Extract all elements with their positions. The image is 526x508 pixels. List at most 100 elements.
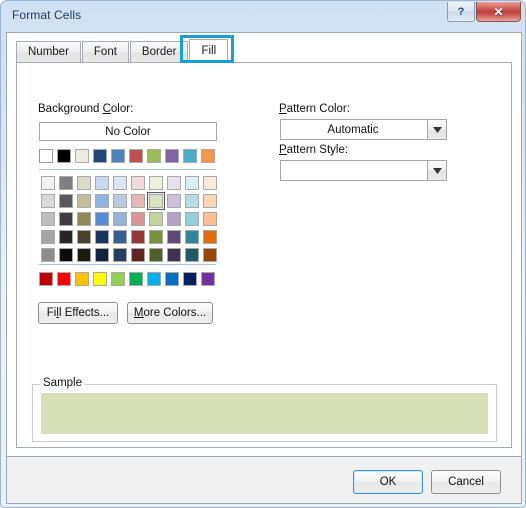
standard-color-swatch[interactable]	[57, 272, 71, 286]
color-swatch[interactable]	[131, 230, 145, 244]
theme-color-swatch[interactable]	[201, 149, 215, 163]
color-swatch[interactable]	[95, 194, 109, 208]
color-swatch[interactable]	[113, 230, 127, 244]
chevron-down-icon[interactable]	[427, 120, 446, 139]
color-swatch-cell[interactable]	[201, 210, 219, 228]
color-swatch[interactable]	[77, 194, 91, 208]
more-colors-button[interactable]: More Colors...	[127, 302, 213, 324]
color-swatch[interactable]	[41, 248, 55, 262]
color-swatch-cell[interactable]	[201, 192, 219, 210]
color-swatch-cell[interactable]	[183, 192, 201, 210]
theme-color-swatch[interactable]	[111, 149, 125, 163]
color-swatch[interactable]	[185, 248, 199, 262]
color-swatch[interactable]	[185, 212, 199, 226]
color-swatch-cell[interactable]	[75, 192, 93, 210]
color-swatch-selected[interactable]	[147, 192, 165, 210]
color-swatch-cell[interactable]	[57, 246, 75, 264]
standard-color-swatch[interactable]	[183, 272, 197, 286]
color-swatch[interactable]	[95, 212, 109, 226]
color-swatch-cell[interactable]	[147, 246, 165, 264]
color-swatch[interactable]	[167, 176, 181, 190]
color-swatch-cell[interactable]	[183, 246, 201, 264]
color-swatch-cell[interactable]	[111, 174, 129, 192]
color-swatch-cell[interactable]	[111, 210, 129, 228]
chevron-down-icon[interactable]	[427, 161, 446, 180]
color-swatch-cell[interactable]	[183, 174, 201, 192]
color-swatch[interactable]	[149, 212, 163, 226]
color-swatch[interactable]	[41, 176, 55, 190]
color-swatch-cell[interactable]	[147, 210, 165, 228]
standard-color-swatch[interactable]	[201, 272, 215, 286]
color-swatch[interactable]	[41, 212, 55, 226]
theme-color-swatch[interactable]	[147, 149, 161, 163]
color-swatch[interactable]	[113, 176, 127, 190]
ok-button[interactable]: OK	[353, 470, 423, 494]
color-swatch[interactable]	[167, 194, 181, 208]
cancel-button[interactable]: Cancel	[431, 470, 501, 494]
color-swatch[interactable]	[77, 230, 91, 244]
color-swatch[interactable]	[59, 194, 73, 208]
color-swatch[interactable]	[59, 230, 73, 244]
color-swatch-cell[interactable]	[93, 192, 111, 210]
color-swatch[interactable]	[149, 230, 163, 244]
color-swatch[interactable]	[185, 230, 199, 244]
color-swatch-cell[interactable]	[75, 210, 93, 228]
color-swatch-cell[interactable]	[57, 228, 75, 246]
color-swatch-cell[interactable]	[93, 174, 111, 192]
standard-color-swatch[interactable]	[111, 272, 125, 286]
color-swatch-cell[interactable]	[93, 246, 111, 264]
color-swatch[interactable]	[113, 212, 127, 226]
color-swatch[interactable]	[131, 176, 145, 190]
color-swatch[interactable]	[203, 248, 217, 262]
color-swatch-cell[interactable]	[165, 192, 183, 210]
color-swatch-cell[interactable]	[57, 192, 75, 210]
color-swatch[interactable]	[77, 248, 91, 262]
theme-color-swatch[interactable]	[75, 149, 89, 163]
fill-effects-button[interactable]: Fill Effects...	[38, 302, 118, 324]
color-swatch[interactable]	[131, 194, 145, 208]
color-swatch-cell[interactable]	[165, 228, 183, 246]
color-swatch[interactable]	[131, 248, 145, 262]
theme-color-swatch[interactable]	[165, 149, 179, 163]
standard-color-swatch[interactable]	[93, 272, 107, 286]
color-swatch-cell[interactable]	[201, 228, 219, 246]
color-swatch-cell[interactable]	[75, 228, 93, 246]
color-swatch-cell[interactable]	[75, 246, 93, 264]
color-swatch[interactable]	[167, 248, 181, 262]
color-swatch[interactable]	[149, 194, 163, 208]
color-swatch-cell[interactable]	[39, 192, 57, 210]
color-swatch[interactable]	[167, 230, 181, 244]
color-swatch-cell[interactable]	[183, 210, 201, 228]
color-swatch[interactable]	[95, 230, 109, 244]
color-swatch-cell[interactable]	[201, 246, 219, 264]
color-swatch[interactable]	[203, 176, 217, 190]
theme-color-swatch[interactable]	[183, 149, 197, 163]
color-swatch[interactable]	[149, 248, 163, 262]
color-swatch[interactable]	[149, 176, 163, 190]
standard-color-swatch[interactable]	[147, 272, 161, 286]
color-swatch[interactable]	[203, 194, 217, 208]
standard-color-swatch[interactable]	[165, 272, 179, 286]
color-swatch[interactable]	[113, 248, 127, 262]
pattern-color-combobox[interactable]: Automatic	[280, 119, 447, 140]
color-swatch-cell[interactable]	[129, 246, 147, 264]
color-swatch[interactable]	[77, 212, 91, 226]
tab-font[interactable]: Font	[81, 41, 129, 63]
tab-border[interactable]: Border	[129, 41, 189, 63]
color-swatch[interactable]	[41, 230, 55, 244]
help-icon[interactable]: ?	[447, 2, 475, 22]
color-swatch[interactable]	[167, 212, 181, 226]
color-swatch[interactable]	[185, 194, 199, 208]
no-color-button[interactable]: No Color	[39, 122, 217, 141]
color-swatch-cell[interactable]	[129, 228, 147, 246]
tab-fill[interactable]: Fill	[189, 39, 229, 63]
color-swatch[interactable]	[41, 194, 55, 208]
color-swatch-cell[interactable]	[93, 210, 111, 228]
standard-color-swatch[interactable]	[39, 272, 53, 286]
color-swatch[interactable]	[185, 176, 199, 190]
color-swatch[interactable]	[77, 176, 91, 190]
color-swatch[interactable]	[95, 248, 109, 262]
theme-color-swatch[interactable]	[39, 149, 53, 163]
color-swatch-cell[interactable]	[93, 228, 111, 246]
color-swatch-cell[interactable]	[129, 174, 147, 192]
